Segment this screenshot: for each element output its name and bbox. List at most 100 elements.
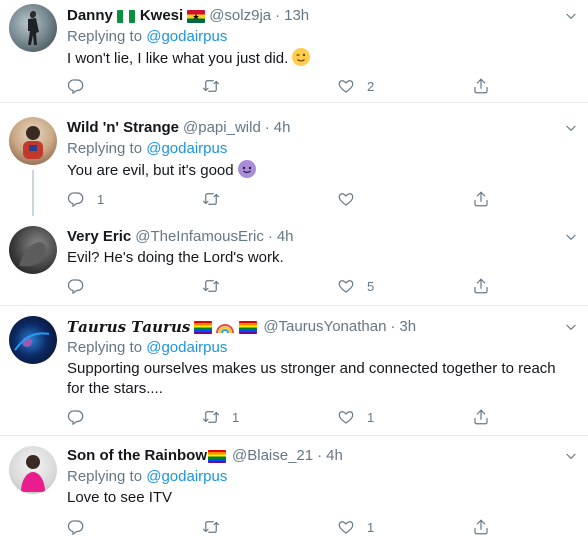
retweet-button[interactable] bbox=[202, 276, 232, 296]
heart-icon bbox=[337, 190, 355, 208]
reply-icon bbox=[67, 190, 85, 208]
display-name[interactable]: Wild 'n' Strange bbox=[67, 118, 179, 138]
caret-down-icon[interactable] bbox=[564, 121, 578, 135]
avatar[interactable] bbox=[9, 446, 57, 494]
retweet-button[interactable] bbox=[202, 76, 232, 96]
like-button[interactable]: 1 bbox=[337, 407, 374, 427]
caret-down-icon[interactable] bbox=[564, 9, 578, 23]
like-button[interactable]: 1 bbox=[337, 517, 374, 537]
reply-button[interactable]: 1 bbox=[67, 189, 104, 209]
separator: · bbox=[390, 318, 396, 335]
share-icon bbox=[472, 518, 490, 536]
handle[interactable]: @Blaise_21 bbox=[232, 446, 313, 466]
like-button[interactable]: 2 bbox=[337, 76, 374, 96]
replying-to: Replying to @godairpus bbox=[67, 467, 576, 487]
mention-link[interactable]: @godairpus bbox=[146, 28, 227, 45]
mention-link[interactable]: @godairpus bbox=[146, 339, 227, 356]
tweet-actions: 1 bbox=[67, 189, 507, 209]
tweet[interactable]: Very Eric @TheInfamousEric · 4h Evil? He… bbox=[0, 214, 588, 306]
retweet-button[interactable] bbox=[202, 517, 232, 537]
share-icon bbox=[472, 408, 490, 426]
separator: · bbox=[267, 228, 273, 245]
avatar[interactable] bbox=[9, 117, 57, 165]
winking-face-emoji-icon bbox=[292, 48, 311, 66]
display-name[interactable]: Very Eric bbox=[67, 227, 131, 247]
retweet-icon bbox=[202, 408, 220, 426]
tweet[interactable]: Danny Kwesi @solz9ja · 13h Replying to @… bbox=[0, 0, 588, 103]
ghana-flag-icon bbox=[187, 9, 206, 23]
retweet-icon bbox=[202, 518, 220, 536]
tweet-text: Supporting ourselves makes us stronger a… bbox=[67, 359, 576, 399]
tweet-text-content: I won't lie, I like what you just did. bbox=[67, 50, 289, 67]
retweet-count: 1 bbox=[232, 409, 240, 425]
like-count: 1 bbox=[367, 409, 375, 425]
heart-icon bbox=[337, 77, 355, 95]
like-count: 1 bbox=[367, 519, 375, 535]
avatar[interactable] bbox=[9, 316, 57, 364]
timestamp[interactable]: 3h bbox=[399, 317, 416, 337]
share-button[interactable] bbox=[472, 407, 490, 427]
reply-icon bbox=[67, 408, 85, 426]
caret-down-icon[interactable] bbox=[564, 230, 578, 244]
timestamp[interactable]: 13h bbox=[284, 6, 309, 26]
handle[interactable]: @TheInfamousEric bbox=[135, 227, 264, 247]
share-button[interactable] bbox=[472, 276, 490, 296]
caret-down-icon[interactable] bbox=[564, 320, 578, 334]
tweet-actions: 5 bbox=[67, 276, 507, 296]
retweet-icon bbox=[202, 277, 220, 295]
handle[interactable]: @TaurusYonathan bbox=[263, 317, 386, 337]
reply-button[interactable] bbox=[67, 76, 97, 96]
timestamp[interactable]: 4h bbox=[277, 227, 294, 247]
tweet[interactable]: Son of the Rainbow @Blaise_21 · 4h Reply… bbox=[0, 437, 588, 547]
like-count: 5 bbox=[367, 278, 375, 294]
share-button[interactable] bbox=[472, 517, 490, 537]
share-button[interactable] bbox=[472, 76, 490, 96]
retweet-button[interactable] bbox=[202, 189, 232, 209]
retweet-icon bbox=[202, 77, 220, 95]
thread-line bbox=[32, 170, 34, 216]
handle[interactable]: @papi_wild bbox=[183, 118, 261, 138]
reply-button[interactable] bbox=[67, 517, 97, 537]
like-button[interactable]: 5 bbox=[337, 276, 374, 296]
tweet-text: Evil? He's doing the Lord's work. bbox=[67, 249, 284, 266]
tweet-text: Love to see ITV bbox=[67, 489, 173, 506]
caret-down-icon[interactable] bbox=[564, 449, 578, 463]
replying-to: Replying to @godairpus bbox=[67, 338, 576, 358]
rainbow-flag-icon bbox=[239, 320, 258, 334]
heart-icon bbox=[337, 408, 355, 426]
mention-link[interactable]: @godairpus bbox=[146, 468, 227, 485]
reply-button[interactable] bbox=[67, 276, 97, 296]
replying-to-label: Replying to bbox=[67, 28, 143, 45]
share-button[interactable] bbox=[472, 189, 490, 209]
like-button[interactable] bbox=[337, 189, 367, 209]
reply-count: 1 bbox=[97, 191, 105, 207]
display-name-suffix: Kwesi bbox=[139, 7, 184, 24]
rainbow-flag-icon bbox=[208, 449, 226, 463]
tweet-header: Wild 'n' Strange @papi_wild · 4h bbox=[67, 118, 576, 138]
display-name[interactable]: Danny bbox=[67, 6, 113, 26]
display-name[interactable]: 𝑻𝒂𝒖𝒓𝒖𝒔 𝑻𝒂𝒖𝒓𝒖𝒔 bbox=[67, 317, 190, 337]
display-name[interactable]: Son of the Rainbow bbox=[67, 446, 207, 466]
retweet-button[interactable]: 1 bbox=[202, 407, 239, 427]
tweet-header: Very Eric @TheInfamousEric · 4h bbox=[67, 227, 576, 247]
reply-button[interactable] bbox=[67, 407, 97, 427]
tweet-text-content: You are evil, but it's good bbox=[67, 162, 234, 179]
timestamp[interactable]: 4h bbox=[326, 446, 343, 466]
tweet-text-line: Supporting ourselves makes us stronger a… bbox=[67, 360, 556, 377]
separator: · bbox=[275, 7, 281, 24]
replying-to-label: Replying to bbox=[67, 468, 143, 485]
avatar[interactable] bbox=[9, 226, 57, 274]
tweet-text: I won't lie, I like what you just did. bbox=[67, 48, 576, 69]
share-icon bbox=[472, 277, 490, 295]
avatar[interactable] bbox=[9, 4, 57, 52]
timestamp[interactable]: 4h bbox=[274, 118, 291, 138]
tweet[interactable]: 𝑻𝒂𝒖𝒓𝒖𝒔 𝑻𝒂𝒖𝒓𝒖𝒔 @TaurusYonathan · 3h Reply… bbox=[0, 307, 588, 436]
mention-link[interactable]: @godairpus bbox=[146, 140, 227, 157]
rainbow-icon bbox=[215, 319, 235, 335]
handle[interactable]: @solz9ja bbox=[209, 6, 271, 26]
reply-icon bbox=[67, 77, 85, 95]
rainbow-flag-icon bbox=[194, 320, 213, 334]
tweet[interactable]: Wild 'n' Strange @papi_wild · 4h Replyin… bbox=[0, 104, 588, 216]
heart-icon bbox=[337, 518, 355, 536]
retweet-icon bbox=[202, 190, 220, 208]
